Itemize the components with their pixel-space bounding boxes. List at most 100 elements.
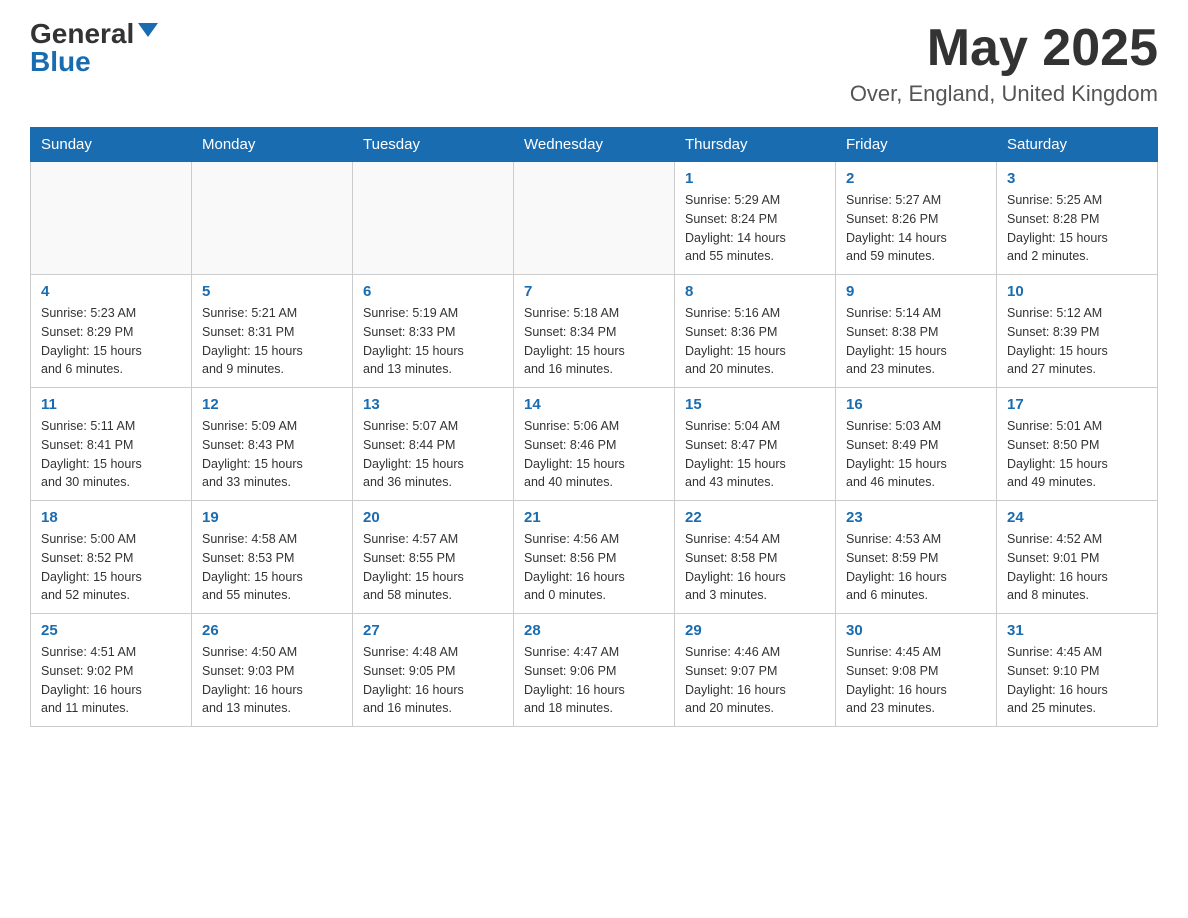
day-info: Sunrise: 5:23 AM Sunset: 8:29 PM Dayligh… <box>41 304 181 379</box>
location-text: Over, England, United Kingdom <box>850 81 1158 107</box>
day-number: 24 <box>1007 509 1147 526</box>
day-number: 16 <box>846 396 986 413</box>
calendar-cell: 4 Sunrise: 5:23 AM Sunset: 8:29 PM Daylig… <box>31 275 192 388</box>
calendar-cell: 19Sunrise: 4:58 AM Sunset: 8:53 PM Dayli… <box>192 501 353 614</box>
day-number: 18 <box>41 509 181 526</box>
calendar-cell: 6 Sunrise: 5:19 AM Sunset: 8:33 PM Daylig… <box>353 275 514 388</box>
day-info: Sunrise: 5:00 AM Sunset: 8:52 PM Dayligh… <box>41 530 181 605</box>
day-info: Sunrise: 4:53 AM Sunset: 8:59 PM Dayligh… <box>846 530 986 605</box>
day-info: Sunrise: 5:07 AM Sunset: 8:44 PM Dayligh… <box>363 417 503 492</box>
calendar-cell: 7 Sunrise: 5:18 AM Sunset: 8:34 PM Daylig… <box>514 275 675 388</box>
week-row-3: 11 Sunrise: 5:11 AM Sunset: 8:41 PM Dayli… <box>31 388 1158 501</box>
calendar-cell: 11 Sunrise: 5:11 AM Sunset: 8:41 PM Dayli… <box>31 388 192 501</box>
day-info: Sunrise: 5:04 AM Sunset: 8:47 PM Dayligh… <box>685 417 825 492</box>
day-info: Sunrise: 5:18 AM Sunset: 8:34 PM Dayligh… <box>524 304 664 379</box>
logo-blue-text: Blue <box>30 48 91 76</box>
day-number: 13 <box>363 396 503 413</box>
calendar-cell: 13 Sunrise: 5:07 AM Sunset: 8:44 PM Dayli… <box>353 388 514 501</box>
calendar-cell: 14 Sunrise: 5:06 AM Sunset: 8:46 PM Dayli… <box>514 388 675 501</box>
day-info: Sunrise: 4:50 AM Sunset: 9:03 PM Dayligh… <box>202 643 342 718</box>
page-header: General Blue May 2025 Over, England, Uni… <box>30 20 1158 107</box>
calendar-cell: 9 Sunrise: 5:14 AM Sunset: 8:38 PM Daylig… <box>836 275 997 388</box>
weekday-header-monday: Monday <box>192 128 353 162</box>
day-number: 23 <box>846 509 986 526</box>
day-info: Sunrise: 4:52 AM Sunset: 9:01 PM Dayligh… <box>1007 530 1147 605</box>
day-info: Sunrise: 5:16 AM Sunset: 8:36 PM Dayligh… <box>685 304 825 379</box>
day-number: 12 <box>202 396 342 413</box>
day-number: 1 <box>685 170 825 187</box>
day-number: 11 <box>41 396 181 413</box>
day-number: 14 <box>524 396 664 413</box>
day-number: 10 <box>1007 283 1147 300</box>
day-info: Sunrise: 5:01 AM Sunset: 8:50 PM Dayligh… <box>1007 417 1147 492</box>
day-info: Sunrise: 5:06 AM Sunset: 8:46 PM Dayligh… <box>524 417 664 492</box>
day-number: 6 <box>363 283 503 300</box>
week-row-4: 18 Sunrise: 5:00 AM Sunset: 8:52 PM Dayli… <box>31 501 1158 614</box>
day-info: Sunrise: 4:45 AM Sunset: 9:08 PM Dayligh… <box>846 643 986 718</box>
calendar-cell: 31 Sunrise: 4:45 AM Sunset: 9:10 PM Dayli… <box>997 614 1158 727</box>
calendar-cell: 17 Sunrise: 5:01 AM Sunset: 8:50 PM Dayli… <box>997 388 1158 501</box>
calendar-cell: 16Sunrise: 5:03 AM Sunset: 8:49 PM Dayli… <box>836 388 997 501</box>
day-info: Sunrise: 4:45 AM Sunset: 9:10 PM Dayligh… <box>1007 643 1147 718</box>
day-info: Sunrise: 5:27 AM Sunset: 8:26 PM Dayligh… <box>846 191 986 266</box>
weekday-header-wednesday: Wednesday <box>514 128 675 162</box>
calendar-cell: 2 Sunrise: 5:27 AM Sunset: 8:26 PM Daylig… <box>836 162 997 275</box>
day-number: 17 <box>1007 396 1147 413</box>
day-number: 4 <box>41 283 181 300</box>
day-info: Sunrise: 4:58 AM Sunset: 8:53 PM Dayligh… <box>202 530 342 605</box>
day-info: Sunrise: 4:48 AM Sunset: 9:05 PM Dayligh… <box>363 643 503 718</box>
day-info: Sunrise: 4:51 AM Sunset: 9:02 PM Dayligh… <box>41 643 181 718</box>
day-info: Sunrise: 4:57 AM Sunset: 8:55 PM Dayligh… <box>363 530 503 605</box>
calendar-cell: 24 Sunrise: 4:52 AM Sunset: 9:01 PM Dayli… <box>997 501 1158 614</box>
day-info: Sunrise: 4:54 AM Sunset: 8:58 PM Dayligh… <box>685 530 825 605</box>
calendar-cell: 10 Sunrise: 5:12 AM Sunset: 8:39 PM Dayli… <box>997 275 1158 388</box>
day-number: 9 <box>846 283 986 300</box>
calendar-cell <box>192 162 353 275</box>
calendar-cell: 29 Sunrise: 4:46 AM Sunset: 9:07 PM Dayli… <box>675 614 836 727</box>
calendar-cell: 15 Sunrise: 5:04 AM Sunset: 8:47 PM Dayli… <box>675 388 836 501</box>
day-info: Sunrise: 4:47 AM Sunset: 9:06 PM Dayligh… <box>524 643 664 718</box>
weekday-header-saturday: Saturday <box>997 128 1158 162</box>
day-number: 31 <box>1007 622 1147 639</box>
day-number: 22 <box>685 509 825 526</box>
weekday-header-tuesday: Tuesday <box>353 128 514 162</box>
day-info: Sunrise: 5:12 AM Sunset: 8:39 PM Dayligh… <box>1007 304 1147 379</box>
calendar-cell: 28 Sunrise: 4:47 AM Sunset: 9:06 PM Dayli… <box>514 614 675 727</box>
day-number: 29 <box>685 622 825 639</box>
week-row-5: 25 Sunrise: 4:51 AM Sunset: 9:02 PM Dayli… <box>31 614 1158 727</box>
day-info: Sunrise: 5:19 AM Sunset: 8:33 PM Dayligh… <box>363 304 503 379</box>
day-info: Sunrise: 5:25 AM Sunset: 8:28 PM Dayligh… <box>1007 191 1147 266</box>
calendar-cell: 21Sunrise: 4:56 AM Sunset: 8:56 PM Dayli… <box>514 501 675 614</box>
day-number: 25 <box>41 622 181 639</box>
day-number: 30 <box>846 622 986 639</box>
day-number: 27 <box>363 622 503 639</box>
calendar-cell: 12Sunrise: 5:09 AM Sunset: 8:43 PM Dayli… <box>192 388 353 501</box>
day-number: 26 <box>202 622 342 639</box>
day-number: 21 <box>524 509 664 526</box>
logo: General Blue <box>30 20 158 76</box>
day-info: Sunrise: 5:14 AM Sunset: 8:38 PM Dayligh… <box>846 304 986 379</box>
calendar-cell: 20Sunrise: 4:57 AM Sunset: 8:55 PM Dayli… <box>353 501 514 614</box>
calendar-cell: 5 Sunrise: 5:21 AM Sunset: 8:31 PM Daylig… <box>192 275 353 388</box>
weekday-header-sunday: Sunday <box>31 128 192 162</box>
day-number: 15 <box>685 396 825 413</box>
day-number: 5 <box>202 283 342 300</box>
week-row-1: 1Sunrise: 5:29 AM Sunset: 8:24 PM Daylig… <box>31 162 1158 275</box>
calendar-cell: 27 Sunrise: 4:48 AM Sunset: 9:05 PM Dayli… <box>353 614 514 727</box>
calendar-cell: 1Sunrise: 5:29 AM Sunset: 8:24 PM Daylig… <box>675 162 836 275</box>
weekday-header-row: SundayMondayTuesdayWednesdayThursdayFrid… <box>31 128 1158 162</box>
calendar-cell: 26 Sunrise: 4:50 AM Sunset: 9:03 PM Dayli… <box>192 614 353 727</box>
day-info: Sunrise: 5:21 AM Sunset: 8:31 PM Dayligh… <box>202 304 342 379</box>
day-number: 8 <box>685 283 825 300</box>
day-info: Sunrise: 4:46 AM Sunset: 9:07 PM Dayligh… <box>685 643 825 718</box>
header-right: May 2025 Over, England, United Kingdom <box>850 20 1158 107</box>
weekday-header-thursday: Thursday <box>675 128 836 162</box>
calendar-cell: 18 Sunrise: 5:00 AM Sunset: 8:52 PM Dayli… <box>31 501 192 614</box>
calendar-cell: 30 Sunrise: 4:45 AM Sunset: 9:08 PM Dayli… <box>836 614 997 727</box>
calendar-cell: 25 Sunrise: 4:51 AM Sunset: 9:02 PM Dayli… <box>31 614 192 727</box>
day-number: 7 <box>524 283 664 300</box>
day-info: Sunrise: 5:11 AM Sunset: 8:41 PM Dayligh… <box>41 417 181 492</box>
day-number: 2 <box>846 170 986 187</box>
day-number: 28 <box>524 622 664 639</box>
calendar-cell: 3Sunrise: 5:25 AM Sunset: 8:28 PM Daylig… <box>997 162 1158 275</box>
